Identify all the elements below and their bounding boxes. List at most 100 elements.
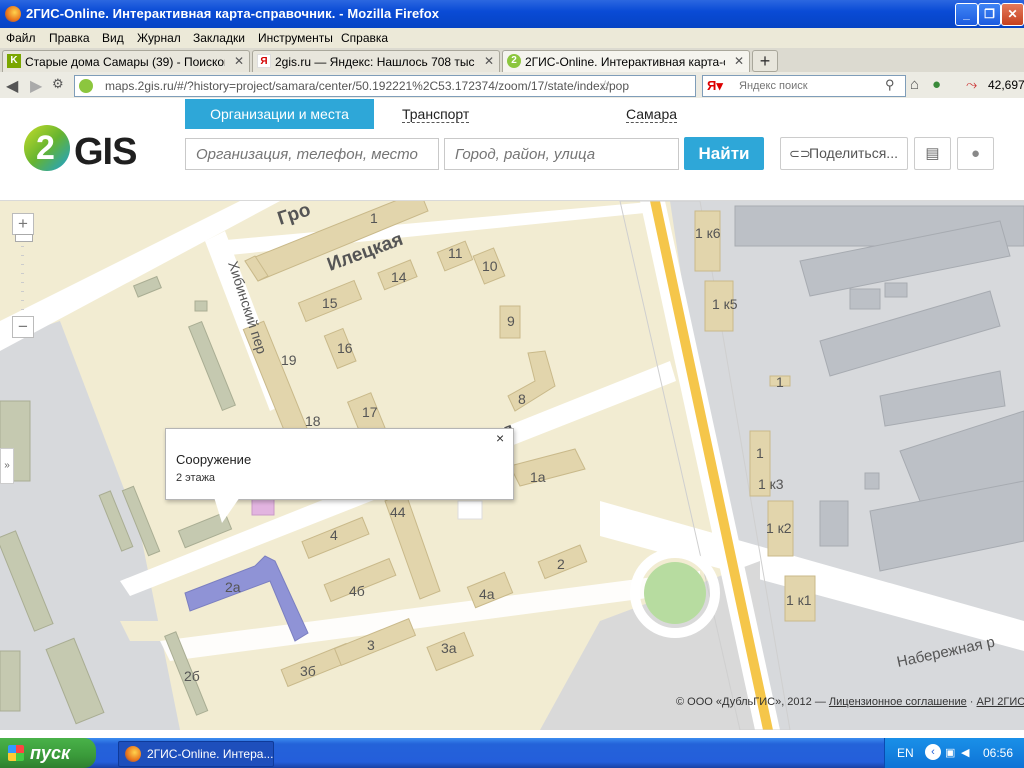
zoom-slider-handle[interactable] [15, 234, 33, 242]
share-button[interactable]: ⊂⊃ Поделиться... [780, 137, 908, 170]
sidebar-toggle[interactable]: » [0, 448, 14, 484]
yandex-search-icon[interactable]: Я▾ [707, 78, 723, 94]
network-icon[interactable]: ▣ [945, 746, 955, 759]
k-site-icon: K [7, 54, 21, 68]
tab-close-icon[interactable]: ✕ [234, 54, 244, 68]
building-number: 3а [441, 640, 457, 656]
window-title-bar[interactable]: 2ГИС-Online. Интерактивная карта-справоч… [0, 0, 1024, 28]
menu-history[interactable]: Журнал [137, 31, 181, 45]
building-number: 4 [330, 527, 338, 543]
location-search-input[interactable] [444, 138, 679, 170]
building-number: 3б [300, 663, 316, 679]
new-tab-button[interactable]: + [752, 50, 778, 72]
url-text: maps.2gis.ru/#/?history=project/samara/c… [105, 79, 629, 93]
building-number: 10 [482, 258, 498, 274]
language-indicator[interactable]: EN [897, 746, 914, 760]
bookmark-star-icon[interactable]: ☆ [599, 77, 612, 94]
building-number: 3 [367, 637, 375, 653]
attribution-separator: · [969, 696, 974, 708]
print-button[interactable]: ▤ [914, 137, 951, 170]
building-number: 11 [448, 245, 463, 261]
building-number: 4а [479, 586, 495, 602]
back-button[interactable]: ◀ [6, 76, 18, 96]
tab-label: Старые дома Самары (39) - Поисковая ... [25, 55, 225, 69]
window-title: 2ГИС-Online. Интерактивная карта-справоч… [26, 6, 440, 21]
tab-close-icon[interactable]: ✕ [484, 54, 494, 68]
history-dropdown-icon[interactable]: ⚙ [52, 76, 64, 92]
start-button[interactable]: пуск [0, 738, 96, 768]
search-icon[interactable]: ⚲ [885, 77, 895, 93]
api-link[interactable]: API 2ГИС [977, 696, 1024, 708]
tab-transport[interactable]: Транспорт [402, 106, 470, 123]
system-tray: EN ‹ ▣ ◀ 06:56 [884, 738, 1024, 768]
city-selector[interactable]: Самара [626, 106, 678, 123]
menu-bar: Файл Правка Вид Журнал Закладки Инструме… [0, 28, 1024, 49]
menu-help[interactable]: Справка [341, 31, 388, 45]
zoom-out-button[interactable]: − [12, 316, 34, 338]
close-button[interactable]: ✕ [1001, 3, 1024, 26]
volume-icon[interactable]: ◀ [961, 746, 969, 759]
find-button[interactable]: Найти [684, 137, 764, 170]
search-bar[interactable]: Я▾ ⚲ [702, 75, 906, 97]
speech-bubble-icon: ● [970, 145, 981, 162]
building-number: 16 [337, 340, 353, 356]
organization-search-input[interactable] [185, 138, 439, 170]
tab-yandex[interactable]: Я 2gis.ru — Яндекс: Нашлось 708 тыс. о..… [252, 50, 500, 73]
building-number: 44 [390, 504, 406, 520]
feedback-button[interactable]: ● [957, 137, 994, 170]
popup-subtitle: 2 этажа [176, 472, 216, 484]
logo-text: GIS [74, 131, 137, 173]
zoom-in-button[interactable]: + [12, 213, 34, 235]
building-number: 1 к2 [766, 520, 792, 536]
menu-edit[interactable]: Правка [49, 31, 90, 45]
link-icon: ⊂⊃ [789, 146, 811, 161]
url-bar[interactable]: maps.2gis.ru/#/?history=project/samara/c… [74, 75, 696, 97]
building-number: 1 [370, 210, 378, 226]
search-input[interactable] [737, 78, 881, 94]
firefox-icon [5, 6, 21, 22]
logo-digit: 2 [36, 129, 55, 167]
building-number: 19 [281, 352, 297, 368]
popup-pointer [214, 497, 240, 523]
minimize-button[interactable]: _ [955, 3, 978, 26]
2gis-icon: 2 [507, 54, 521, 68]
tab-label: 2gis.ru — Яндекс: Нашлось 708 тыс. о... [275, 55, 475, 69]
popup-close-icon[interactable]: × [496, 430, 504, 446]
building-number: 15 [322, 295, 338, 311]
printer-icon: ▤ [925, 145, 940, 162]
object-popup: Сооружение 2 этажа × [165, 428, 514, 500]
menu-bookmarks[interactable]: Закладки [193, 31, 245, 45]
menu-view[interactable]: Вид [102, 31, 124, 45]
building-number: 2б [184, 668, 200, 684]
share-label: Поделиться... [809, 145, 898, 161]
tray-expand-icon[interactable]: ‹ [925, 744, 941, 760]
tab-2gis[interactable]: 2 2ГИС-Online. Интерактивная карта-сп...… [502, 50, 750, 73]
taskbar-item-label: 2ГИС-Online. Интера... [147, 747, 274, 761]
menu-file[interactable]: Файл [6, 31, 36, 45]
home-icon[interactable]: ⌂ [910, 76, 919, 93]
taskbar-item-firefox[interactable]: 2ГИС-Online. Интера... [118, 741, 274, 767]
building-number: 1 [776, 374, 784, 390]
tab-close-icon[interactable]: ✕ [734, 54, 744, 68]
building-number: 4б [349, 583, 365, 599]
clock[interactable]: 06:56 [983, 746, 1013, 760]
building-number: 1а [530, 469, 546, 485]
building-number: 8 [518, 391, 526, 407]
maximize-button[interactable]: ❐ [978, 3, 1001, 26]
graph-icon[interactable]: ⤳ [966, 76, 977, 93]
tab-organizations[interactable]: Организации и места [185, 99, 374, 129]
site-identity-icon[interactable] [79, 79, 93, 93]
forward-button[interactable]: ▶ [30, 76, 42, 96]
building-number: 1 к3 [758, 476, 784, 492]
building-number: 2а [225, 579, 241, 595]
zoom-slider[interactable] [21, 237, 24, 315]
map-attribution: © ООО «ДубльГИС», 2012 — Лицензионное со… [676, 696, 1024, 708]
menu-tools[interactable]: Инструменты [258, 31, 333, 45]
building-number: 14 [391, 269, 407, 285]
popup-title: Сооружение [176, 452, 252, 467]
firefox-icon [125, 746, 141, 762]
tab-old-houses[interactable]: K Старые дома Самары (39) - Поисковая ..… [2, 50, 250, 73]
globe-icon[interactable]: ● [932, 76, 941, 93]
tab-strip: K Старые дома Самары (39) - Поисковая ..… [0, 48, 1024, 73]
license-link[interactable]: Лицензионное соглашение [829, 696, 967, 708]
